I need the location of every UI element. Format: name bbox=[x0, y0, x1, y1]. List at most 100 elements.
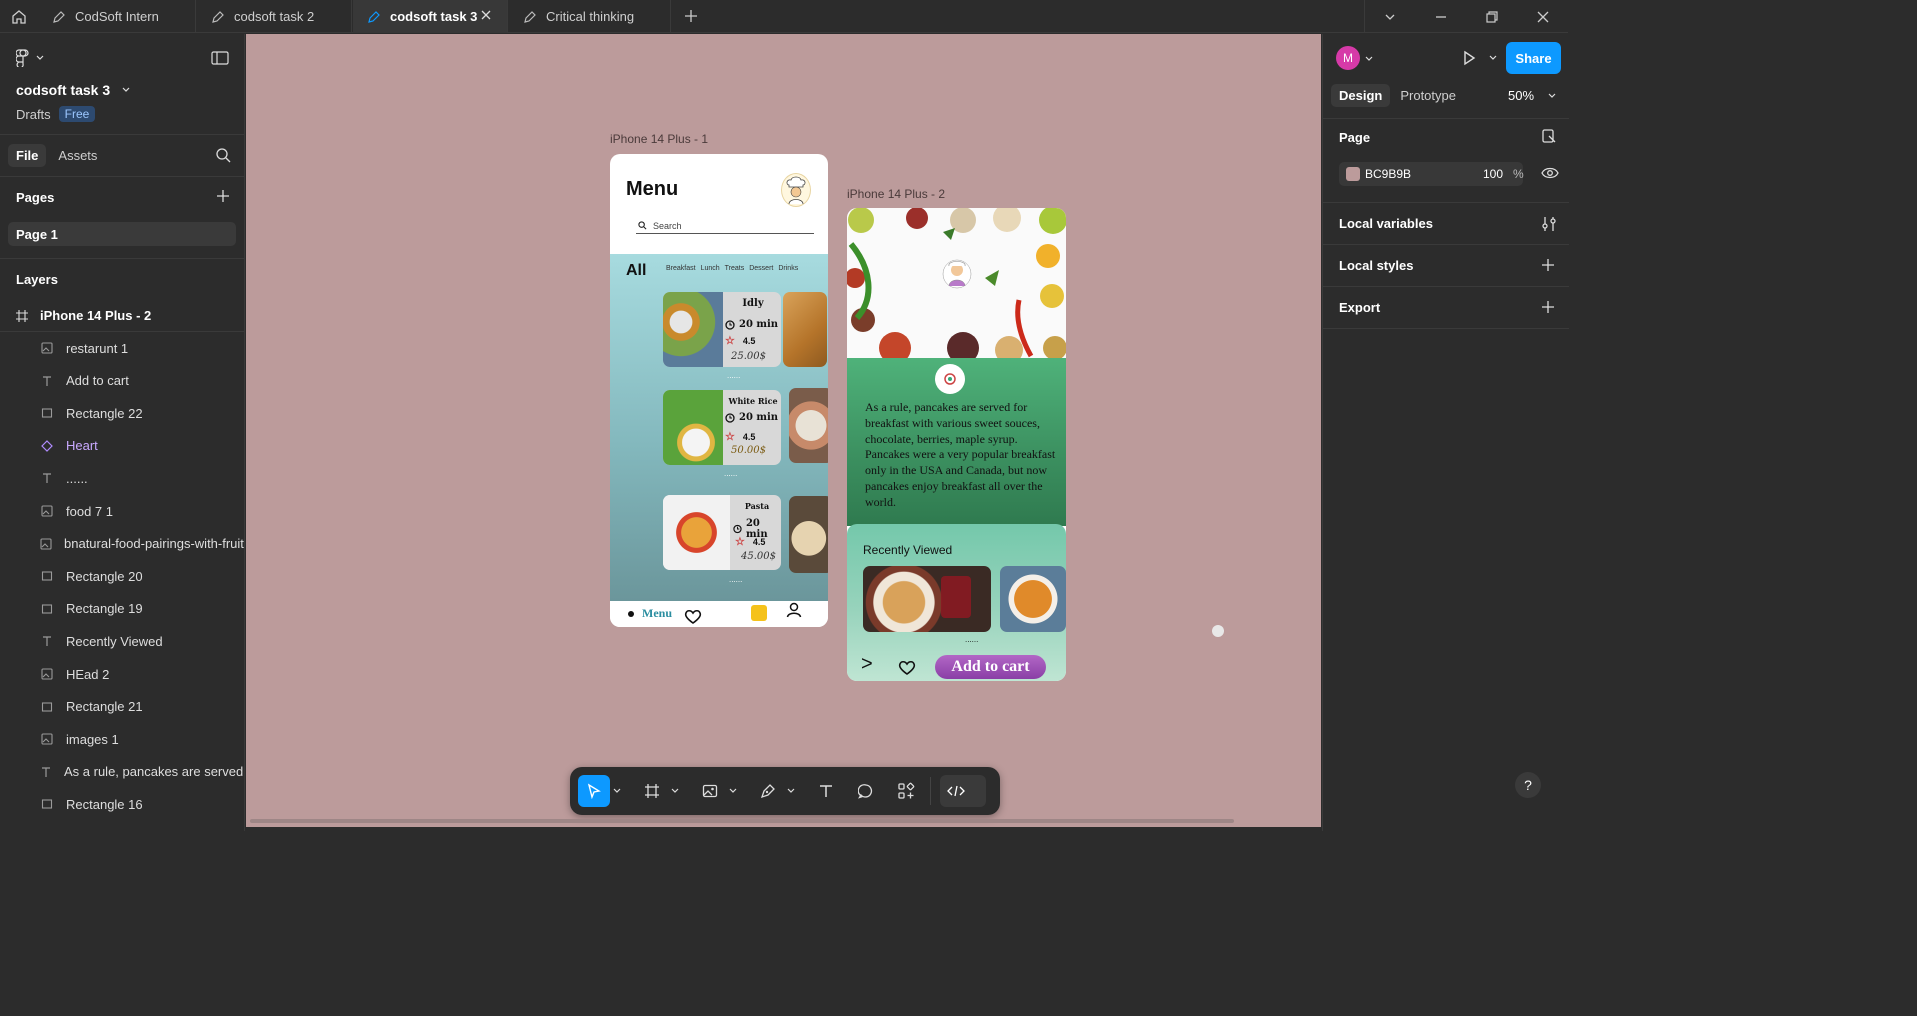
add-page-button[interactable] bbox=[216, 189, 230, 206]
cart-icon[interactable] bbox=[751, 605, 767, 621]
close-window-button[interactable] bbox=[1519, 0, 1567, 33]
variables-icon[interactable] bbox=[1541, 216, 1557, 232]
add-to-cart-button[interactable]: Add to cart bbox=[935, 655, 1046, 679]
toggle-sidebar-button[interactable] bbox=[211, 51, 229, 68]
dev-mode-toggle[interactable] bbox=[940, 775, 986, 807]
heart-icon[interactable] bbox=[684, 609, 702, 624]
layer-name: food 7 1 bbox=[66, 503, 113, 519]
phone-frame-1[interactable]: Menu Search All Breakfast Lunch Treats D… bbox=[610, 154, 828, 627]
actions-tool-button[interactable] bbox=[890, 775, 922, 807]
close-tab-icon[interactable] bbox=[479, 8, 493, 25]
layer-item[interactable]: As a rule, pancakes are served for bbox=[0, 756, 244, 788]
play-icon[interactable] bbox=[1461, 50, 1477, 66]
image-tool-dropdown[interactable] bbox=[728, 775, 738, 807]
tab-codsoft-intern[interactable]: CodSoft Intern bbox=[38, 0, 196, 33]
close-icon bbox=[1537, 11, 1549, 22]
restore-button[interactable] bbox=[1468, 0, 1516, 33]
tab-critical-thinking[interactable]: Critical thinking bbox=[509, 0, 671, 33]
search-layers-button[interactable] bbox=[215, 147, 231, 166]
user-icon[interactable] bbox=[786, 602, 802, 618]
plus-icon bbox=[217, 190, 229, 202]
heart-icon[interactable] bbox=[898, 660, 916, 675]
layer-name: restarunt 1 bbox=[66, 340, 129, 356]
nav-menu-label[interactable]: Menu bbox=[642, 606, 672, 621]
frame-label-2[interactable]: iPhone 14 Plus - 2 bbox=[847, 187, 945, 201]
tab-assets[interactable]: Assets bbox=[50, 144, 105, 167]
tab-file[interactable]: File bbox=[8, 144, 47, 167]
layer-item[interactable]: Recently Viewed bbox=[0, 625, 244, 657]
frame-label-1[interactable]: iPhone 14 Plus - 1 bbox=[610, 132, 708, 146]
layer-item[interactable]: Rectangle 21 bbox=[0, 691, 244, 723]
plus-icon[interactable] bbox=[1541, 258, 1555, 272]
pen-tool-dropdown[interactable] bbox=[786, 775, 796, 807]
pen-tool-button[interactable] bbox=[752, 775, 784, 807]
layer-item[interactable]: bnatural-food-pairings-with-fruit- bbox=[0, 528, 244, 560]
layer-item[interactable]: Rectangle 22 bbox=[0, 397, 244, 429]
layer-frame[interactable]: iPhone 14 Plus - 2 bbox=[0, 300, 244, 332]
layer-item[interactable]: restarunt 1 bbox=[0, 332, 244, 364]
horizontal-scrollbar[interactable] bbox=[250, 819, 1234, 823]
layer-item[interactable]: Rectangle 20 bbox=[0, 560, 244, 592]
page-settings-icon[interactable] bbox=[1541, 128, 1557, 144]
layer-item[interactable]: food 7 1 bbox=[0, 495, 244, 527]
share-button[interactable]: Share bbox=[1506, 42, 1561, 74]
food-name: Pasta bbox=[744, 501, 770, 511]
layer-item[interactable]: images 1 bbox=[0, 723, 244, 755]
next-arrow-button[interactable]: > bbox=[861, 653, 873, 676]
page-item-page-1[interactable]: Page 1 bbox=[8, 222, 236, 246]
food-card-white-rice: White Rice 20 min ☆ 4.5 50.00$ bbox=[663, 390, 781, 465]
move-tool-dropdown[interactable] bbox=[612, 775, 622, 807]
page-color-swatch[interactable] bbox=[1346, 167, 1360, 181]
eye-icon[interactable] bbox=[1541, 166, 1559, 180]
layer-item[interactable]: Rectangle 19 bbox=[0, 593, 244, 625]
menu-search-bar[interactable]: Search bbox=[636, 218, 814, 234]
recently-viewed-heading: Recently Viewed bbox=[863, 543, 953, 557]
food-rating: ☆ 4.5 bbox=[725, 334, 755, 347]
layer-item[interactable]: Heart bbox=[0, 430, 244, 462]
layer-item[interactable]: ...... bbox=[0, 462, 244, 494]
new-tab-button[interactable] bbox=[680, 5, 702, 27]
local-styles-heading[interactable]: Local styles bbox=[1339, 258, 1413, 273]
comment-tool-button[interactable] bbox=[850, 775, 882, 807]
drafts-label[interactable]: Drafts bbox=[16, 107, 51, 122]
layer-item[interactable]: HEad 2 bbox=[0, 658, 244, 690]
help-button[interactable]: ? bbox=[1515, 772, 1541, 798]
frame-tool-button[interactable] bbox=[636, 775, 668, 807]
file-name[interactable]: codsoft task 3 bbox=[16, 82, 130, 98]
main-menu-button[interactable] bbox=[16, 49, 44, 67]
move-tool-button[interactable] bbox=[578, 775, 610, 807]
tab-design[interactable]: Design bbox=[1331, 84, 1391, 107]
plus-icon[interactable] bbox=[1541, 300, 1555, 314]
tabs-dropdown-button[interactable] bbox=[1366, 0, 1414, 33]
food-price: 45.00$ bbox=[741, 551, 776, 562]
canvas[interactable]: iPhone 14 Plus - 1 iPhone 14 Plus - 2 Me… bbox=[246, 34, 1321, 827]
cursor-icon bbox=[587, 783, 601, 799]
zoom-control[interactable]: 50% bbox=[1508, 88, 1556, 103]
idly-image bbox=[663, 292, 723, 367]
chevron-down-icon bbox=[122, 87, 130, 92]
minimize-button[interactable] bbox=[1417, 0, 1465, 33]
tab-prototype[interactable]: Prototype bbox=[1392, 84, 1464, 107]
layer-item[interactable]: Add to cart bbox=[0, 365, 244, 397]
export-heading[interactable]: Export bbox=[1339, 300, 1380, 315]
frame-tool-dropdown[interactable] bbox=[670, 775, 680, 807]
local-variables-heading[interactable]: Local variables bbox=[1339, 216, 1433, 231]
layer-item[interactable]: Rectangle 16 bbox=[0, 788, 244, 820]
plan-badge[interactable]: Free bbox=[58, 106, 96, 122]
tab-codsoft-task-3[interactable]: codsoft task 3 bbox=[353, 0, 508, 33]
chevron-down-icon[interactable] bbox=[1365, 55, 1373, 63]
phone-frame-2[interactable]: As a rule, pancakes are served for break… bbox=[847, 208, 1066, 681]
image-tool-button[interactable] bbox=[694, 775, 726, 807]
pen-icon bbox=[523, 10, 537, 24]
tab-codsoft-task-2[interactable]: codsoft task 2 bbox=[197, 0, 352, 33]
page-opacity[interactable]: 100 bbox=[1483, 167, 1503, 181]
text-tool-button[interactable] bbox=[810, 775, 842, 807]
avatar[interactable]: M bbox=[1336, 46, 1360, 70]
page-color-hex[interactable]: BC9B9B bbox=[1365, 167, 1411, 181]
chevron-down-icon[interactable] bbox=[1489, 54, 1497, 62]
food-rating-text: 4.5 bbox=[752, 536, 766, 547]
page-color-field[interactable]: BC9B9B 100 % bbox=[1339, 162, 1524, 186]
text-icon bbox=[820, 785, 832, 797]
home-button[interactable] bbox=[0, 0, 37, 33]
food-name: White Rice bbox=[728, 396, 778, 406]
